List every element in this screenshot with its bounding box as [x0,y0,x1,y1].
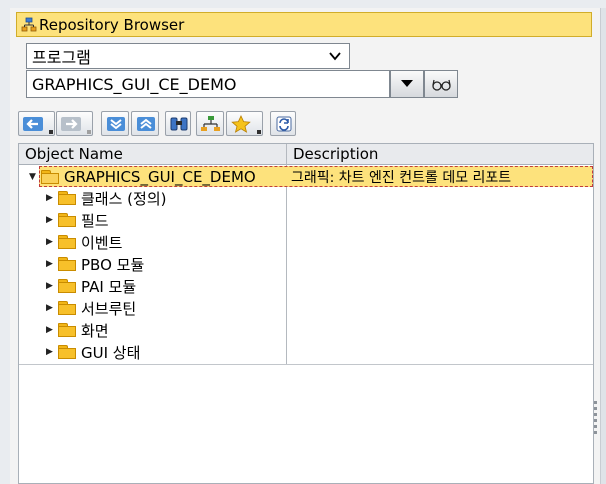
folder-icon [58,323,76,337]
folder-icon [58,301,76,315]
splitter-bar[interactable] [600,8,606,484]
hierarchy-button[interactable] [196,111,224,136]
panel-title-bar: Repository Browser [16,12,592,37]
forward-menu-icon [87,130,91,134]
open-folder-icon [41,170,59,184]
glasses-icon [432,79,451,91]
folder-icon [58,191,76,205]
tree-root-description: 그래픽: 차트 엔진 컨트롤 데모 리포트 [291,170,512,186]
expand-arrow-icon[interactable]: ▶ [46,237,58,247]
find-button[interactable] [165,111,191,136]
back-menu-icon [49,130,53,134]
repository-tree-icon [21,17,37,31]
resize-grip-icon[interactable] [592,398,600,438]
tree-node-label: GUI 상태 [81,343,141,362]
star-icon [231,115,251,133]
forward-button[interactable] [56,111,93,136]
panel-title: Repository Browser [39,15,185,34]
column-header-object-name[interactable]: Object Name [19,144,123,165]
row-divider [19,364,593,365]
tree-node-label: 클래스 (정의) [81,189,167,208]
tree-header: Object Name Description [19,144,593,165]
expand-arrow-icon[interactable]: ▶ [46,281,58,291]
expand-arrow-icon[interactable]: ▶ [46,215,58,225]
tree-node-classes[interactable]: ▶ 클래스 (정의) [46,187,166,209]
expand-arrow-icon[interactable]: ▶ [46,193,58,203]
tree-node-screens[interactable]: ▶ 화면 [46,319,109,341]
expand-arrow-icon[interactable]: ▶ [46,303,58,313]
tree-node-label: 필드 [81,211,109,230]
forward-icon [61,117,81,131]
expand-arrow-icon[interactable]: ▶ [46,259,58,269]
tree-node-pbo-modules[interactable]: ▶ PBO 모듈 [46,253,144,275]
folder-icon [58,279,76,293]
object-name-value: GRAPHICS_GUI_CE_DEMO [32,74,237,94]
tree-node-label: PAI 모듈 [81,277,137,296]
binoculars-icon [170,117,188,131]
display-button[interactable] [424,70,458,98]
back-button[interactable] [18,111,55,136]
expand-arrow-icon[interactable]: ▶ [46,347,58,357]
refresh-button[interactable] [270,111,296,136]
folder-icon [58,257,76,271]
left-margin [0,8,10,484]
tree-node-label: 서브루틴 [81,299,137,318]
tree-node-label: 화면 [81,321,109,340]
tree-node-subroutines[interactable]: ▶ 서브루틴 [46,297,136,319]
expand-arrow-icon[interactable]: ▶ [46,325,58,335]
chevron-down-icon [329,52,341,61]
object-type-select[interactable]: 프로그램 [26,43,350,69]
tree-node-pai-modules[interactable]: ▶ PAI 모듈 [46,275,136,297]
hierarchy-icon [201,116,220,131]
tree-node-gui-status[interactable]: ▶ GUI 상태 [46,341,140,363]
triangle-down-icon [401,80,413,87]
object-name-input[interactable]: GRAPHICS_GUI_CE_DEMO [26,70,390,98]
top-band [0,0,606,8]
favorites-menu-icon [257,130,261,134]
object-tree[interactable]: Object Name Description ▼ GRAPHICS_GUI_C… [18,143,594,484]
tree-node-events[interactable]: ▶ 이벤트 [46,231,122,253]
object-list-dropdown-button[interactable] [390,70,424,98]
favorites-button[interactable] [226,111,263,136]
collapse-all-button[interactable] [131,111,159,136]
refresh-icon [276,116,292,132]
column-header-description[interactable]: Description [287,144,378,165]
object-type-value: 프로그램 [32,48,91,67]
tree-node-label: PBO 모듈 [81,255,145,274]
back-icon [23,117,43,131]
folder-icon [58,345,76,359]
folder-icon [58,235,76,249]
folder-icon [58,213,76,227]
collapse-arrow-icon[interactable]: ▼ [29,172,41,182]
collapse-all-icon [137,117,155,131]
tree-node-label: 이벤트 [81,233,123,252]
tree-root-row[interactable]: ▼ GRAPHICS_GUI_CE_DEMO [29,166,256,188]
expand-all-icon [107,117,125,131]
expand-all-button[interactable] [101,111,129,136]
tree-root-label: GRAPHICS_GUI_CE_DEMO [64,168,256,186]
tree-node-fields[interactable]: ▶ 필드 [46,209,109,231]
